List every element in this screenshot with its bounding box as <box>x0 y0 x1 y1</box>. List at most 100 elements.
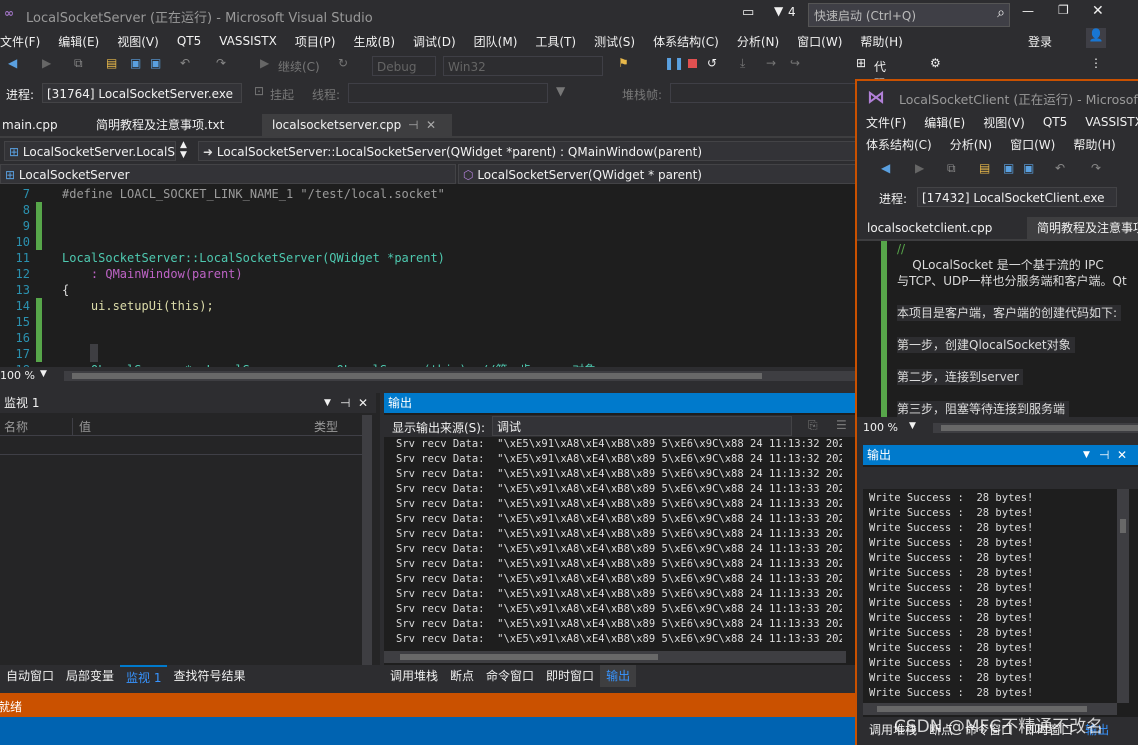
nav-spin-icon[interactable]: ▲ ▼ <box>180 140 187 160</box>
step-into-icon[interactable]: ⤓ <box>740 56 745 71</box>
menu-item[interactable]: QT5 <box>168 34 210 48</box>
watch-close-icon[interactable]: ✕ <box>358 393 368 413</box>
continue-icon[interactable]: ▶ <box>260 56 269 70</box>
menu-item[interactable]: 文件(F) <box>0 33 49 50</box>
client-menu-item[interactable]: 体系结构(C) <box>857 136 941 153</box>
quick-launch[interactable]: 快速启动 (Ctrl+Q) ⌕ <box>808 3 1010 27</box>
save-all-icon[interactable]: ▣ <box>150 56 161 70</box>
search-icon[interactable]: ⌕ <box>997 5 1005 21</box>
tab-pin-icon[interactable]: ⊣ <box>408 114 418 136</box>
output-hscroll-thumb[interactable] <box>400 654 658 660</box>
platform-dropdown[interactable]: Win32 <box>443 56 603 76</box>
restore-icon[interactable]: ❐ <box>1058 3 1069 17</box>
filter-icon[interactable]: ▼ <box>774 4 783 18</box>
process-dropdown[interactable]: [31764] LocalSocketServer.exe <box>42 83 242 103</box>
client-back-icon[interactable]: ◀ <box>881 161 890 175</box>
menu-item[interactable]: 工具(T) <box>526 33 585 50</box>
minimize-icon[interactable]: — <box>1022 4 1034 18</box>
output-wrap-icon[interactable]: ☰ <box>836 418 847 432</box>
watch-pin-icon[interactable]: ⊣ <box>340 393 350 413</box>
client-menu-item[interactable]: 窗口(W) <box>1001 136 1064 153</box>
pause-icon[interactable]: ❚❚ <box>664 56 684 70</box>
client-save-all-icon[interactable]: ▣ <box>1023 161 1034 175</box>
menu-item[interactable]: 窗口(W) <box>788 33 851 50</box>
menu-item[interactable]: 分析(N) <box>728 33 788 50</box>
menu-item[interactable]: 帮助(H) <box>851 33 911 50</box>
client-menu-item[interactable]: 视图(V) <box>974 114 1034 131</box>
client-undo-icon[interactable]: ↶ <box>1055 161 1065 175</box>
client-output-pin-icon[interactable]: ⊣ <box>1099 445 1109 465</box>
bottom-tab[interactable]: 自动窗口 <box>0 665 60 687</box>
filter-thread-icon[interactable]: ▼ <box>556 84 565 98</box>
login-link[interactable]: 登录 <box>1028 33 1052 50</box>
output-clear-icon[interactable]: ⎘ <box>808 418 818 433</box>
menu-item[interactable]: 项目(P) <box>286 33 345 50</box>
output-source-dropdown[interactable]: 调试 <box>492 416 792 436</box>
code-map-icon[interactable]: ⊞ <box>856 56 866 70</box>
tab-close-icon[interactable]: ✕ <box>426 114 436 136</box>
menu-item[interactable]: 生成(B) <box>344 33 404 50</box>
client-menu-item[interactable]: 文件(F) <box>857 114 915 131</box>
toolbar-overflow-icon[interactable]: ⋮ <box>1090 56 1102 70</box>
client-zoom-value[interactable]: 100 % <box>863 421 898 434</box>
client-save-icon[interactable]: ▣ <box>1003 161 1014 175</box>
tab-client-tutorial[interactable]: 简明教程及注意事项 <box>1027 217 1138 239</box>
close-icon[interactable]: ✕ <box>1092 3 1104 19</box>
watch-row-empty[interactable] <box>0 436 362 455</box>
client-hscroll-thumb[interactable] <box>941 425 1138 431</box>
menu-item[interactable]: 测试(S) <box>585 33 644 50</box>
new-project-icon[interactable]: ⧉ <box>74 56 83 71</box>
tab-localsocketclient-cpp[interactable]: localsocketclient.cpp <box>857 217 1002 239</box>
watch-vscroll[interactable] <box>362 415 372 665</box>
bottom-tab[interactable]: 查找符号结果 <box>167 665 251 687</box>
suspend-label[interactable]: 挂起 <box>270 86 294 103</box>
menu-item[interactable]: 编辑(E) <box>49 33 108 50</box>
menu-item[interactable]: 视图(V) <box>108 33 168 50</box>
bottom-tab[interactable]: 命令窗口 <box>480 665 540 687</box>
continue-label[interactable]: 继续(C) <box>278 58 320 75</box>
watch-menu-icon[interactable]: ▼ <box>324 393 331 413</box>
horizontal-scrollbar[interactable] <box>64 371 856 381</box>
open-file-icon[interactable]: ▤ <box>106 56 117 70</box>
member-dropdown[interactable]: ⬡ LocalSocketServer(QWidget * parent) <box>458 164 856 184</box>
client-open-icon[interactable]: ▤ <box>979 161 990 175</box>
bottom-tab[interactable]: 断点 <box>444 665 480 687</box>
stack-frame-dropdown[interactable] <box>670 83 856 103</box>
output-text[interactable]: Srv recv Data: "\xE5\x91\xA8\xE4\xB8\x89… <box>396 437 842 647</box>
save-icon[interactable]: ▣ <box>130 56 141 70</box>
project-dropdown[interactable]: ⊞ LocalSocketServer.LocalS <box>4 141 176 161</box>
client-menu-item[interactable]: 编辑(E) <box>915 114 974 131</box>
client-forward-icon[interactable]: ▶ <box>915 161 924 175</box>
menu-item[interactable]: 团队(M) <box>465 33 527 50</box>
client-menu-item[interactable]: 帮助(H) <box>1064 136 1124 153</box>
undo-icon[interactable]: ↶ <box>180 56 190 70</box>
client-process-dropdown[interactable]: [17432] LocalSocketClient.exe <box>917 187 1117 207</box>
client-zoom-dropdown-icon[interactable]: ▼ <box>909 421 916 431</box>
bottom-tab[interactable]: 监视 1 <box>120 665 168 689</box>
client-menu-item[interactable]: QT5 <box>1034 115 1076 129</box>
tab-tutorial-txt[interactable]: 简明教程及注意事项.txt <box>86 114 234 136</box>
client-new-icon[interactable]: ⧉ <box>947 161 956 176</box>
menu-item[interactable]: 调试(D) <box>404 33 465 50</box>
zoom-dropdown-icon[interactable]: ▼ <box>40 369 47 379</box>
tab-localsocketserver-cpp[interactable]: localsocketserver.cpp ⊣ ✕ <box>262 114 452 136</box>
watch-col-name[interactable]: 名称 <box>4 418 28 435</box>
suspend-icon[interactable]: ⊡ <box>254 84 264 98</box>
client-output-menu-icon[interactable]: ▼ <box>1083 445 1090 465</box>
client-hscroll[interactable] <box>933 423 1138 433</box>
restart-debug-icon[interactable]: ↺ <box>707 56 717 70</box>
watch-col-type[interactable]: 类型 <box>314 418 338 435</box>
function-dropdown[interactable]: ➜ LocalSocketServer::LocalSocketServer(Q… <box>198 141 856 161</box>
forward-icon[interactable]: ▶ <box>42 56 51 70</box>
bottom-tab[interactable]: 局部变量 <box>60 665 120 687</box>
watch-col-value[interactable]: 值 <box>72 418 91 435</box>
scroll-thumb[interactable] <box>72 373 762 379</box>
bottom-tab[interactable]: 调用堆栈 <box>384 665 444 687</box>
step-out-icon[interactable]: ↪ <box>790 56 800 70</box>
client-output-text[interactable]: Write Success : 28 bytes! Write Success :… <box>869 491 1119 701</box>
client-output-vscroll-thumb[interactable] <box>1120 519 1126 533</box>
client-code-editor[interactable]: // QLocalSocket 是一个基于流的 IPC 与TCP、UDP一样也分服… <box>857 241 1138 417</box>
output-hscroll[interactable] <box>384 651 846 663</box>
tab-main-cpp[interactable]: main.cpp <box>0 114 68 136</box>
menu-item[interactable]: VASSISTX <box>210 34 286 48</box>
